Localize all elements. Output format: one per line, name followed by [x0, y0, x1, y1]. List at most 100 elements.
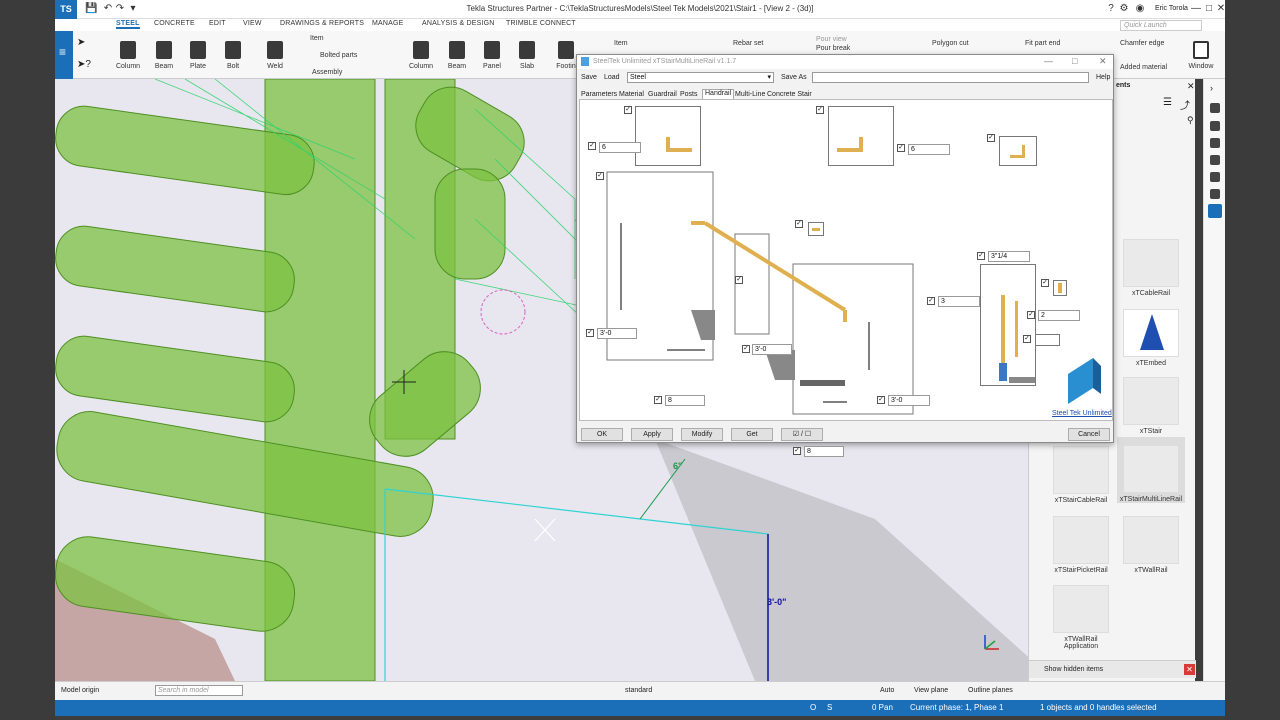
tab-handrail[interactable]: Handrail — [702, 89, 735, 99]
help-pointer-icon[interactable]: ➤? — [77, 59, 91, 70]
panel-button[interactable]: Panel — [479, 41, 505, 70]
catalog-item-xtstairpicketrail[interactable]: xTStairPicketRail — [1051, 516, 1111, 574]
search-model-input[interactable]: Search in model — [155, 685, 243, 696]
redo-icon[interactable]: ↷ — [114, 3, 126, 15]
toggle-all-button[interactable]: ☑ / ☐ — [781, 428, 823, 441]
load-button[interactable]: Load — [604, 74, 620, 81]
fit-part-end-button[interactable]: Fit part end — [1025, 40, 1060, 47]
weld-button[interactable]: Weld — [262, 41, 288, 70]
pour-view-button[interactable]: Pour view — [816, 36, 847, 43]
concrete-column-button[interactable]: Column — [408, 41, 434, 70]
app-logo[interactable]: TS — [55, 0, 77, 19]
settings-gear-icon[interactable] — [1210, 172, 1220, 182]
graduation-icon[interactable] — [1210, 103, 1220, 113]
checkbox[interactable]: ✓ — [897, 144, 905, 152]
checkbox[interactable]: ✓ — [877, 396, 885, 404]
help-icon[interactable]: ? — [1105, 3, 1117, 15]
concrete-beam-button[interactable]: Beam — [444, 41, 470, 70]
tab-multi-line[interactable]: Multi-Line — [735, 91, 765, 98]
tab-manage[interactable]: MANAGE — [372, 20, 404, 27]
steel-tek-link[interactable]: Steel Tek Unlimited — [1052, 410, 1112, 417]
dialog-maximize-icon[interactable]: □ — [1072, 56, 1077, 66]
modify-button[interactable]: Modify — [681, 428, 723, 441]
catalog-item-xtstaircablerail[interactable]: xTStairCableRail — [1051, 446, 1111, 504]
plate-button[interactable]: Plate — [185, 41, 211, 70]
checkbox[interactable]: ✓ — [1023, 335, 1031, 343]
close-icon[interactable]: ✕ — [1215, 3, 1227, 15]
checkbox[interactable]: ✓ — [742, 345, 750, 353]
checkbox[interactable]: ✓ — [1041, 279, 1049, 287]
bolted-parts-button[interactable]: Bolted parts — [320, 52, 357, 59]
checkbox[interactable]: ✓ — [927, 297, 935, 305]
model-origin-select[interactable]: Model origin — [61, 687, 99, 694]
checkbox[interactable]: ✓ — [977, 252, 985, 260]
save-as-button[interactable]: Save As — [781, 74, 807, 81]
rebar-set-button[interactable]: Rebar set — [733, 40, 763, 47]
tab-material[interactable]: Material — [619, 91, 644, 98]
outline-planes-select[interactable]: Outline planes — [968, 687, 1013, 694]
maximize-icon[interactable]: □ — [1203, 3, 1215, 15]
checkbox[interactable]: ✓ — [793, 447, 801, 455]
checkbox[interactable]: ✓ — [588, 142, 596, 150]
mid-height-field[interactable]: 3'-0 — [752, 344, 792, 355]
bottom-ext-field[interactable]: 8 — [665, 395, 705, 406]
tab-concrete[interactable]: CONCRETE — [154, 20, 195, 27]
checkbox[interactable]: ✓ — [987, 134, 995, 142]
bottom-ext2-field[interactable]: 8 — [804, 446, 844, 457]
catalog-item-xtstairmultilinerail[interactable]: xTStairMultiLineRail — [1117, 437, 1185, 503]
ribbon-side-strip[interactable]: ≡ — [55, 31, 73, 79]
checkbox[interactable]: ✓ — [795, 220, 803, 228]
show-hidden-items-link[interactable]: Show hidden items — [1044, 666, 1103, 673]
undo-icon[interactable]: ↶ — [102, 3, 114, 15]
cube-icon[interactable] — [1210, 189, 1220, 199]
item-button[interactable]: Item — [310, 35, 324, 42]
rail-height-left-field[interactable]: 3'-0 — [597, 328, 637, 339]
pin-icon[interactable]: ⤴ — [1180, 97, 1190, 112]
bolt-button[interactable]: Bolt — [220, 41, 246, 70]
quick-launch-input[interactable]: Quick Launch — [1120, 20, 1202, 31]
tab-posts[interactable]: Posts — [680, 91, 698, 98]
checkbox[interactable]: ✓ — [586, 329, 594, 337]
tab-view[interactable]: VIEW — [243, 20, 262, 27]
dialog-close-icon[interactable]: ✕ — [1099, 56, 1107, 67]
checkbox[interactable]: ✓ — [735, 276, 743, 284]
select-arrow-icon[interactable]: ➤ — [77, 37, 85, 48]
added-material-button[interactable]: Added material — [1120, 64, 1167, 71]
tab-parameters[interactable]: Parameters — [581, 91, 617, 98]
save-as-input[interactable] — [812, 72, 1089, 83]
concrete-item-button[interactable]: Item — [614, 40, 628, 47]
standard-select[interactable]: standard — [625, 687, 652, 694]
help-button[interactable]: Help — [1096, 74, 1110, 81]
top-left-field[interactable]: 6 — [599, 142, 641, 153]
cancel-button[interactable]: Cancel — [1068, 428, 1110, 441]
tab-drawings-reports[interactable]: DRAWINGS & REPORTS — [280, 20, 364, 27]
ok-button[interactable]: OK — [581, 428, 623, 441]
catalog-item-xtstair[interactable]: xTStair — [1121, 377, 1181, 435]
apply-button[interactable]: Apply — [631, 428, 673, 441]
chamfer-edge-button[interactable]: Chamfer edge — [1120, 40, 1164, 47]
settings-icon[interactable]: ⚙ — [1118, 3, 1130, 15]
catalog-item-xtwallrail-application[interactable]: xTWallRail Application — [1051, 585, 1111, 650]
dialog-minimize-icon[interactable]: — — [1044, 56, 1053, 66]
tab-steel[interactable]: STEEL — [116, 20, 140, 29]
pour-break-button[interactable]: Pour break — [816, 45, 850, 52]
checkbox[interactable]: ✓ — [816, 106, 824, 114]
hide-close-icon[interactable]: ✕ — [1184, 664, 1195, 675]
chevron-right-icon[interactable]: › — [1210, 83, 1213, 93]
view-plane-select[interactable]: View plane — [914, 687, 948, 694]
post-top-field[interactable]: 3"1/4 — [988, 251, 1030, 262]
tab-edit[interactable]: EDIT — [209, 20, 226, 27]
user-avatar-icon[interactable]: ◉ — [1134, 3, 1146, 15]
right-height-field[interactable]: 3'-0 — [888, 395, 930, 406]
polygon-cut-button[interactable]: Polygon cut — [932, 40, 969, 47]
get-button[interactable]: Get — [731, 428, 773, 441]
catalog-item-xtwallrail[interactable]: xTWallRail — [1121, 516, 1181, 574]
checkbox[interactable]: ✓ — [654, 396, 662, 404]
panel-close-icon[interactable]: ✕ — [1187, 81, 1195, 92]
save-icon[interactable]: 💾 — [85, 3, 97, 15]
tab-guardrail[interactable]: Guardrail — [648, 91, 677, 98]
minimize-icon[interactable]: — — [1190, 3, 1202, 15]
top-mid-field[interactable]: 6 — [908, 144, 950, 155]
properties-icon[interactable] — [1210, 121, 1220, 131]
column-button[interactable]: Column — [115, 41, 141, 70]
